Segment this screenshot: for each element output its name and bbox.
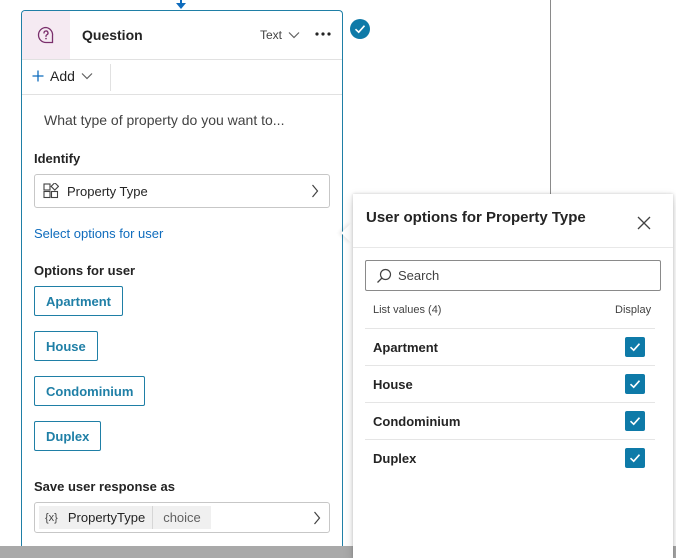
option-house[interactable]: House xyxy=(34,331,98,361)
response-type-dropdown[interactable]: Text xyxy=(260,28,300,42)
chevron-right-icon xyxy=(314,511,321,525)
list-item-label: Duplex xyxy=(373,451,417,466)
panel-divider xyxy=(353,247,673,248)
checkmark-icon xyxy=(629,380,641,389)
options-label: Options for user xyxy=(34,263,136,278)
close-icon xyxy=(637,216,651,230)
question-prompt[interactable]: What type of property do you want to... xyxy=(44,112,284,128)
question-icon xyxy=(22,11,70,59)
list-item: Duplex xyxy=(365,439,655,476)
search-icon xyxy=(377,268,392,283)
node-header: Question Text xyxy=(22,11,342,60)
toolbar-divider xyxy=(110,64,111,91)
list-item-label: Condominium xyxy=(373,414,461,429)
identify-value: Property Type xyxy=(67,183,148,199)
entity-icon xyxy=(43,183,59,199)
display-checkbox[interactable] xyxy=(625,374,645,394)
chevron-down-icon xyxy=(288,32,300,39)
list-values-header: List values (4) xyxy=(373,304,442,316)
checkmark-icon xyxy=(629,417,641,426)
chevron-right-icon xyxy=(312,184,319,198)
display-checkbox[interactable] xyxy=(625,448,645,468)
search-input[interactable] xyxy=(398,268,638,283)
canvas-connector-line xyxy=(550,0,551,195)
plus-icon xyxy=(32,70,44,82)
node-title: Question xyxy=(82,27,143,43)
list-item-label: Apartment xyxy=(373,340,439,355)
option-apartment[interactable]: Apartment xyxy=(34,286,124,316)
option-duplex[interactable]: Duplex xyxy=(34,421,102,451)
variable-type: choice xyxy=(152,506,211,529)
save-response-label: Save user response as xyxy=(34,479,175,494)
option-condominium[interactable]: Condominium xyxy=(34,376,146,406)
close-button[interactable] xyxy=(635,214,653,232)
more-options-button[interactable] xyxy=(312,23,334,45)
checkmark-icon xyxy=(629,454,641,463)
variable-chip: {x} PropertyType choice xyxy=(39,506,211,529)
identify-selector[interactable]: Property Type xyxy=(34,174,330,208)
user-options-panel: User options for Property Type List valu… xyxy=(353,194,673,558)
response-type-label: Text xyxy=(260,28,283,42)
add-button[interactable]: Add xyxy=(32,68,93,84)
display-checkbox[interactable] xyxy=(625,337,645,357)
add-label: Add xyxy=(50,68,75,84)
list-item-label: House xyxy=(373,377,413,392)
search-field[interactable] xyxy=(365,260,661,291)
list-item: Condominium xyxy=(365,402,655,439)
list-item: House xyxy=(365,365,655,402)
variable-icon: {x} xyxy=(45,511,58,524)
more-horizontal-icon xyxy=(315,32,331,36)
variable-name: PropertyType xyxy=(67,510,146,525)
question-node[interactable]: Question Text Add What type of property … xyxy=(21,10,343,558)
connector-arrow-icon xyxy=(176,3,186,9)
identify-label: Identify xyxy=(34,151,81,166)
add-toolbar: Add xyxy=(22,60,342,95)
node-valid-check-icon xyxy=(350,19,370,39)
display-header: Display xyxy=(615,304,652,316)
panel-title: User options for Property Type xyxy=(366,209,586,226)
checkmark-icon xyxy=(629,343,641,352)
select-options-link[interactable]: Select options for user xyxy=(34,226,163,241)
save-variable-selector[interactable]: {x} PropertyType choice xyxy=(34,502,330,533)
display-checkbox[interactable] xyxy=(625,411,645,431)
list-item: Apartment xyxy=(365,328,655,365)
chevron-down-icon xyxy=(81,73,93,80)
